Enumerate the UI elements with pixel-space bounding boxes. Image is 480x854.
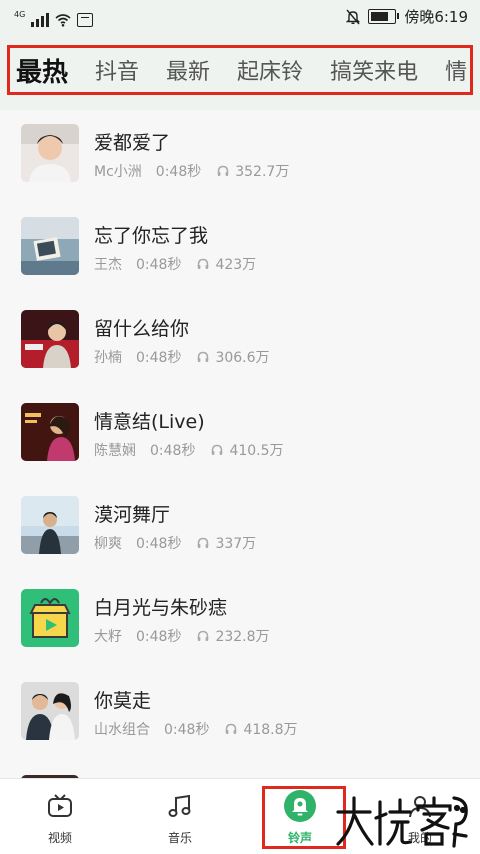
album-cover — [21, 589, 79, 647]
tab-douyin[interactable]: 抖音 — [95, 54, 139, 86]
singer-name: 山水组合 — [94, 722, 150, 738]
tab-strip: 最热 抖音 最新 起床铃 搞笑来电 情 — [16, 48, 470, 92]
wifi-icon — [55, 14, 71, 27]
battery-level — [371, 12, 389, 21]
song-meta: 大籽 0:48秒 232.8万 — [94, 626, 270, 646]
tab-label: 最热 — [16, 57, 69, 88]
singer-name: 陈慧娴 — [94, 443, 136, 459]
music-note-icon — [168, 794, 191, 817]
category-tab-bar: 最热 抖音 最新 起床铃 搞笑来电 情 — [0, 34, 480, 110]
nav-video[interactable]: 视频 — [0, 779, 120, 854]
duration: 0:48秒 — [155, 164, 202, 180]
play-count: 410.5万 — [229, 443, 284, 459]
singer-name: 大籽 — [94, 629, 122, 645]
mute-bell-icon — [346, 9, 361, 24]
song-title: 忘了你忘了我 — [94, 225, 209, 247]
headphones-icon — [198, 258, 209, 269]
song-meta: 柳爽 0:48秒 337万 — [94, 533, 256, 553]
album-cover — [21, 682, 79, 740]
album-cover — [21, 496, 79, 554]
headphones-icon — [226, 723, 237, 734]
list-item[interactable]: 留什么给你 孙楠 0:48秒 306.6万 — [0, 296, 480, 389]
duration: 0:48秒 — [136, 536, 182, 552]
song-title: 漠河舞厅 — [94, 504, 171, 526]
status-bar-left: 4G — [14, 7, 94, 27]
ringtone-list: 爱都爱了 Mc小洲 0:48秒 352.7万 忘了你忘了我 王杰 0:48秒 4… — [0, 110, 480, 778]
song-meta: 孙楠 0:48秒 306.6万 — [94, 347, 270, 367]
song-title: 白月光与朱砂痣 — [94, 597, 228, 619]
play-count: 232.8万 — [215, 629, 270, 645]
duration: 0:48秒 — [136, 257, 182, 273]
active-tab-indicator — [38, 93, 50, 96]
tab-highlight-frame: 最热 抖音 最新 起床铃 搞笑来电 情 — [7, 45, 473, 95]
list-item[interactable] — [0, 761, 480, 778]
duration: 0:48秒 — [164, 722, 210, 738]
headphones-icon — [198, 351, 209, 362]
list-item[interactable]: 漠河舞厅 柳爽 0:48秒 337万 — [0, 482, 480, 575]
play-count: 352.7万 — [235, 164, 290, 180]
list-item[interactable]: 忘了你忘了我 王杰 0:48秒 423万 — [0, 203, 480, 296]
song-title: 你莫走 — [94, 690, 152, 712]
singer-name: 柳爽 — [94, 536, 122, 552]
battery-icon — [368, 9, 400, 24]
song-title: 爱都爱了 — [94, 132, 171, 154]
network-type: 4G — [14, 10, 26, 19]
album-cover — [21, 403, 79, 461]
duration: 0:48秒 — [150, 443, 196, 459]
tab-label: 抖音 — [95, 60, 140, 85]
singer-name: 王杰 — [94, 257, 122, 273]
signal-icon — [31, 13, 50, 27]
notification-icon — [77, 13, 94, 27]
album-cover — [21, 124, 79, 182]
tab-label: 起床铃 — [237, 60, 304, 85]
nav-label: 音乐 — [167, 831, 192, 845]
play-count: 423万 — [215, 257, 257, 273]
duration: 0:48秒 — [136, 629, 182, 645]
list-item[interactable]: 情意结(Live) 陈慧娴 0:48秒 410.5万 — [0, 389, 480, 482]
nav-label: 视频 — [47, 831, 72, 845]
play-count: 418.8万 — [243, 722, 298, 738]
status-bar: 4G 傍晚6:19 — [0, 0, 480, 34]
tab-label: 搞笑来电 — [330, 60, 419, 85]
list-item[interactable]: 你莫走 山水组合 0:48秒 418.8万 — [0, 668, 480, 761]
song-meta: 王杰 0:48秒 423万 — [94, 254, 256, 274]
headphones-icon — [198, 537, 209, 548]
song-title: 情意结(Live) — [94, 411, 205, 433]
song-meta: Mc小洲 0:48秒 352.7万 — [94, 161, 289, 181]
song-meta: 山水组合 0:48秒 418.8万 — [94, 719, 298, 739]
album-cover — [21, 217, 79, 275]
tab-funny-call[interactable]: 搞笑来电 — [330, 54, 418, 86]
duration: 0:48秒 — [136, 350, 182, 366]
list-item[interactable]: 白月光与朱砂痣 大籽 0:48秒 232.8万 — [0, 575, 480, 668]
watermark-logo — [336, 796, 468, 848]
list-item[interactable]: 爱都爱了 Mc小洲 0:48秒 352.7万 — [0, 110, 480, 203]
clock: 傍晚6:19 — [404, 8, 468, 26]
singer-name: Mc小洲 — [94, 164, 142, 180]
album-cover — [21, 310, 79, 368]
headphones-icon — [217, 165, 229, 176]
tab-newest[interactable]: 最新 — [166, 54, 210, 86]
nav-music[interactable]: 音乐 — [120, 779, 240, 854]
song-title: 留什么给你 — [94, 318, 190, 340]
tab-label: 最新 — [166, 60, 211, 85]
tab-wake-up[interactable]: 起床铃 — [237, 54, 303, 86]
status-bar-right: 傍晚6:19 — [346, 6, 468, 27]
headphones-icon — [198, 630, 209, 641]
song-meta: 陈慧娴 0:48秒 410.5万 — [94, 440, 284, 460]
video-icon — [48, 794, 72, 817]
headphones-icon — [212, 444, 223, 455]
play-count: 306.6万 — [215, 350, 270, 366]
singer-name: 孙楠 — [94, 350, 122, 366]
tab-label: 情 — [445, 60, 468, 85]
play-count: 337万 — [215, 536, 257, 552]
tab-hottest[interactable]: 最热 — [16, 52, 68, 89]
tab-next-partial[interactable]: 情 — [445, 54, 467, 86]
